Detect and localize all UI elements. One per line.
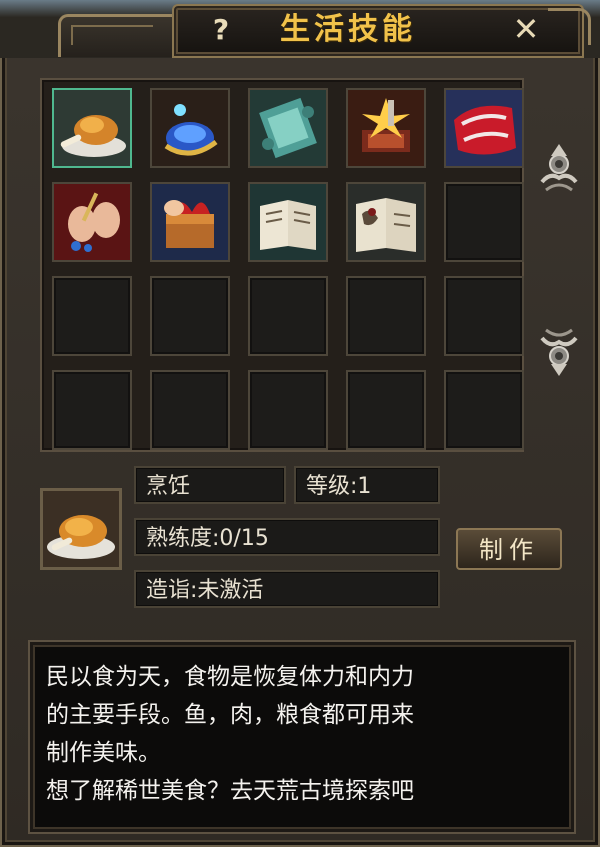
skill-slot-anvil-hammer-icon[interactable] [346, 88, 426, 168]
gift-box-icon [152, 184, 228, 260]
help-icon[interactable]: ? [206, 14, 236, 46]
empty-skill-slot[interactable] [346, 370, 426, 450]
window-title: 生活技能 [280, 12, 416, 47]
red-cloth-icon [446, 90, 522, 166]
skill-slot-red-cloth-icon[interactable] [444, 88, 524, 168]
empty-skill-slot[interactable] [52, 276, 132, 356]
make-button[interactable]: 制作 [456, 528, 562, 570]
empty-skill-slot[interactable] [248, 276, 328, 356]
skill-grid [40, 78, 524, 452]
mastery-field: 造诣:未激活 [134, 570, 440, 608]
description-text: 民以食为天，食物是恢复体力和内力 的主要手段。鱼，肉，粮食都可用来 制作美味。 … [46, 664, 414, 804]
empty-skill-slot[interactable] [346, 276, 426, 356]
description-box: 民以食为天，食物是恢复体力和内力 的主要手段。鱼，肉，粮食都可用来 制作美味。 … [28, 640, 576, 834]
empty-skill-slot[interactable] [52, 370, 132, 450]
title-ornament-right [548, 8, 591, 45]
blue-pouch-icon [152, 90, 228, 166]
skill-level-field: 等级:1 [294, 466, 440, 504]
empty-skill-slot[interactable] [248, 370, 328, 450]
skill-slot-painted-book-icon[interactable] [346, 182, 426, 262]
anvil-hammer-icon [348, 90, 424, 166]
empty-skill-slot[interactable] [150, 276, 230, 356]
skill-slot-roast-chicken-icon[interactable] [52, 88, 132, 168]
proficiency-field: 熟练度:0/15 [134, 518, 440, 556]
empty-skill-slot[interactable] [444, 182, 524, 262]
empty-skill-slot[interactable] [150, 370, 230, 450]
painted-book-icon [348, 184, 424, 260]
skill-slot-sewing-hands-icon[interactable] [52, 182, 132, 262]
life-skills-window: ? 生活技能 ✕ 烹饪 等级:1 熟练度:0/15 造诣:未激活 制作 民以食为… [0, 0, 600, 847]
skill-slot-scroll-icon[interactable] [248, 88, 328, 168]
title-bar[interactable]: ? 生活技能 ✕ [0, 0, 600, 58]
selected-skill-icon [40, 488, 122, 570]
roast-chicken-icon [54, 90, 130, 166]
scroll-icon [250, 90, 326, 166]
empty-skill-slot[interactable] [444, 276, 524, 356]
empty-skill-slot[interactable] [444, 370, 524, 450]
skill-slot-book-pages-icon[interactable] [248, 182, 328, 262]
scroll-up-arrow-icon[interactable] [536, 142, 582, 198]
title-ornament-left [58, 14, 179, 57]
close-icon[interactable]: ✕ [508, 12, 544, 46]
skill-name-field: 烹饪 [134, 466, 286, 504]
scroll-down-arrow-icon[interactable] [536, 322, 582, 378]
skill-slot-gift-box-icon[interactable] [150, 182, 230, 262]
skill-slot-blue-pouch-icon[interactable] [150, 88, 230, 168]
sewing-hands-icon [54, 184, 130, 260]
book-pages-icon [250, 184, 326, 260]
